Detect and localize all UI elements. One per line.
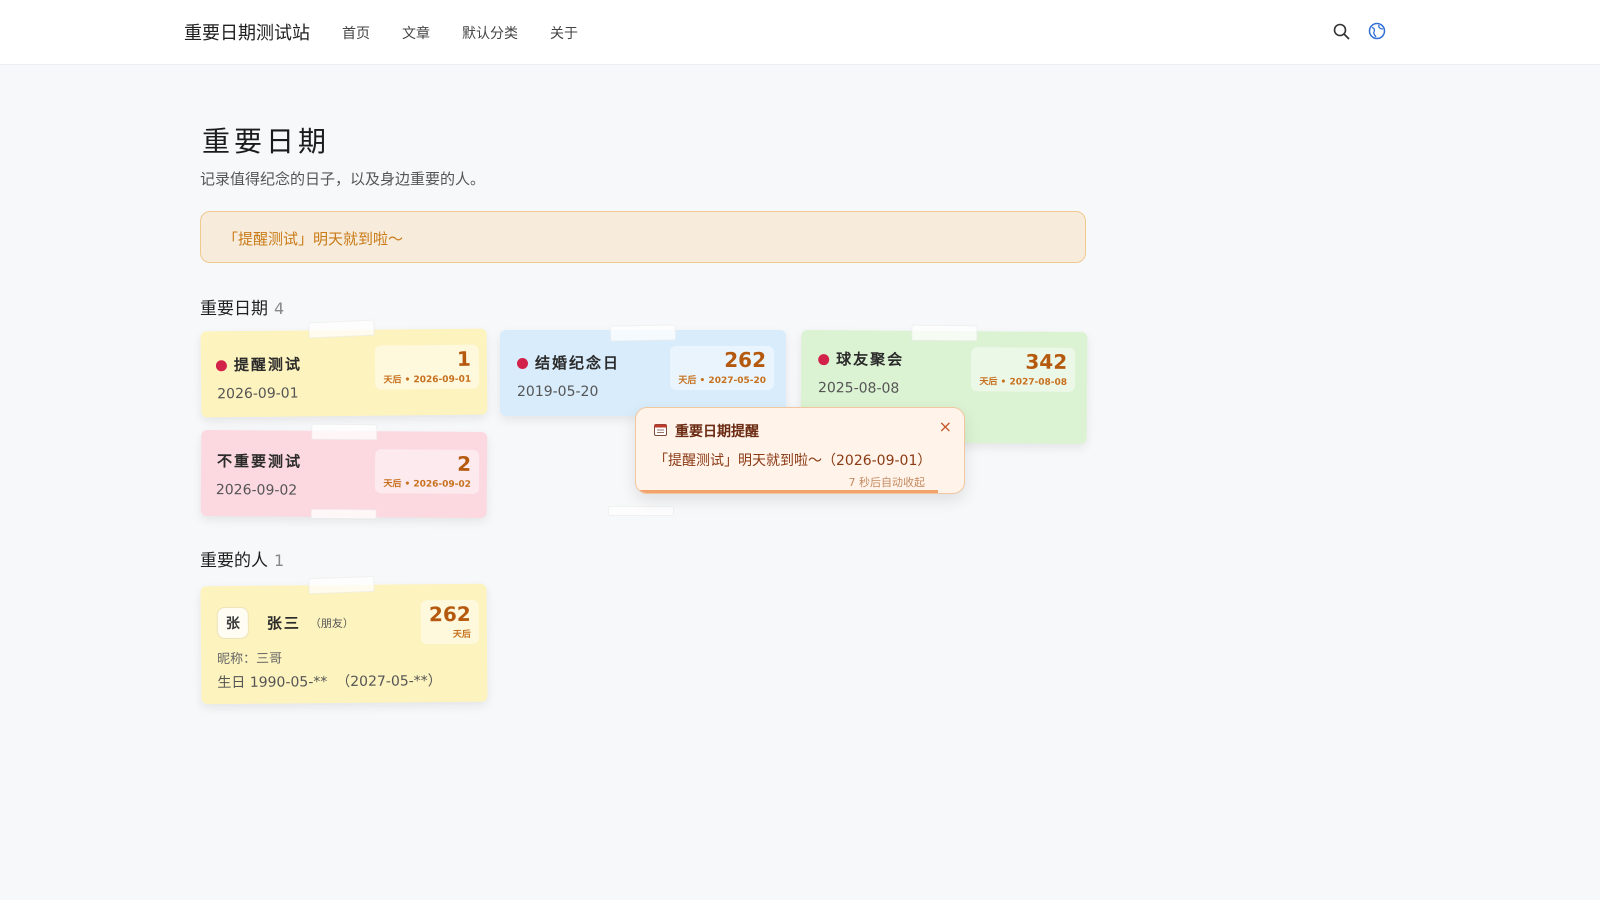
people-section-heading: 重要的人 1 <box>200 546 284 571</box>
reminder-alert: 「提醒测试」明天就到啦～ <box>200 211 1086 263</box>
tape-decoration <box>608 506 674 516</box>
tape-decoration <box>308 319 375 339</box>
alert-text: 「提醒测试」明天就到啦～ <box>223 230 404 248</box>
days-count: 342 <box>1025 349 1068 374</box>
card-date: 2025-08-08 <box>817 380 900 397</box>
tape-decoration <box>609 324 677 342</box>
days-badge: 2 天后 • 2026-09-02 <box>375 449 480 494</box>
nav-articles[interactable]: 文章 <box>402 23 430 43</box>
close-icon[interactable]: × <box>939 417 952 436</box>
date-card[interactable]: 提醒测试 2026-09-01 1 天后 • 2026-09-01 <box>200 319 488 418</box>
date-card[interactable]: 不重要测试 2026-09-02 2 天后 • 2026-09-02 <box>200 423 488 520</box>
section-count: 4 <box>274 299 285 318</box>
days-sub: 天后 • 2027-05-20 <box>678 376 766 386</box>
days-count: 1 <box>456 346 471 371</box>
person-name: 张三 <box>266 614 301 633</box>
days-badge: 262 天后 <box>420 599 480 645</box>
important-dot <box>215 360 227 372</box>
days-badge: 1 天后 • 2026-09-01 <box>375 344 480 390</box>
days-sub: 天后 <box>452 629 471 641</box>
popup-message: 「提醒测试」明天就到啦～（2026-09-01） <box>654 453 932 469</box>
top-navbar: 重要日期测试站 首页 文章 默认分类 关于 <box>0 0 1600 65</box>
section-label: 重要的人 <box>200 551 268 571</box>
globe-icon[interactable] <box>1366 20 1388 42</box>
tape-decoration <box>311 423 378 441</box>
card-date: 2019-05-20 <box>517 384 599 400</box>
card-title: 球友聚会 <box>836 350 905 369</box>
nav-default-category[interactable]: 默认分类 <box>462 23 518 43</box>
tape-decoration <box>310 508 377 520</box>
countdown-progress-bar <box>636 490 938 493</box>
calendar-icon <box>654 424 667 436</box>
search-icon[interactable] <box>1330 20 1352 42</box>
days-count: 262 <box>428 601 471 627</box>
card-title: 不重要测试 <box>217 452 303 471</box>
avatar: 张 <box>216 606 249 640</box>
days-count: 2 <box>457 451 472 476</box>
tape-decoration <box>911 324 978 342</box>
card-date: 2026-09-01 <box>217 385 299 403</box>
auto-close-countdown: 7 秒后自动收起 <box>848 476 926 489</box>
dates-section-heading: 重要日期 4 <box>200 294 284 319</box>
days-badge: 262 天后 • 2027-05-20 <box>670 346 774 390</box>
important-dot <box>818 354 830 366</box>
days-badge: 342 天后 • 2027-08-08 <box>971 347 1076 392</box>
days-sub: 天后 • 2026-09-02 <box>383 479 471 490</box>
section-label: 重要日期 <box>200 299 268 319</box>
days-sub: 天后 • 2027-08-08 <box>979 377 1068 388</box>
tape-decoration <box>308 575 375 595</box>
nav-about[interactable]: 关于 <box>550 23 578 43</box>
nav-home[interactable]: 首页 <box>342 23 370 43</box>
person-birthday: 生日 1990-05-** （2027-05-**） <box>217 673 442 692</box>
card-title: 提醒测试 <box>233 355 303 375</box>
reminder-popup: 重要日期提醒 × 「提醒测试」明天就到啦～（2026-09-01） 7 秒后自动… <box>635 407 965 494</box>
page-subtitle: 记录值得纪念的日子，以及身边重要的人。 <box>200 170 486 188</box>
days-sub: 天后 • 2026-09-01 <box>383 374 472 386</box>
important-dot <box>517 358 528 369</box>
popup-title: 重要日期提醒 <box>675 424 759 440</box>
person-card[interactable]: 张 张三 （朋友） 262 天后 昵称：三哥 生日 1990-05-** （20… <box>200 575 488 705</box>
person-nickname: 昵称：三哥 <box>217 651 283 668</box>
days-count: 262 <box>724 348 766 372</box>
page-title: 重要日期 <box>202 125 331 158</box>
header-actions <box>1330 20 1388 42</box>
main-nav: 首页 文章 默认分类 关于 <box>342 23 610 43</box>
card-date: 2026-09-02 <box>215 482 298 499</box>
section-count: 1 <box>274 551 285 570</box>
date-card[interactable]: 结婚纪念日 2019-05-20 262 天后 • 2027-05-20 <box>500 324 786 416</box>
site-title[interactable]: 重要日期测试站 <box>184 19 310 45</box>
person-relation: （朋友） <box>309 616 354 631</box>
card-title: 结婚纪念日 <box>535 354 621 372</box>
